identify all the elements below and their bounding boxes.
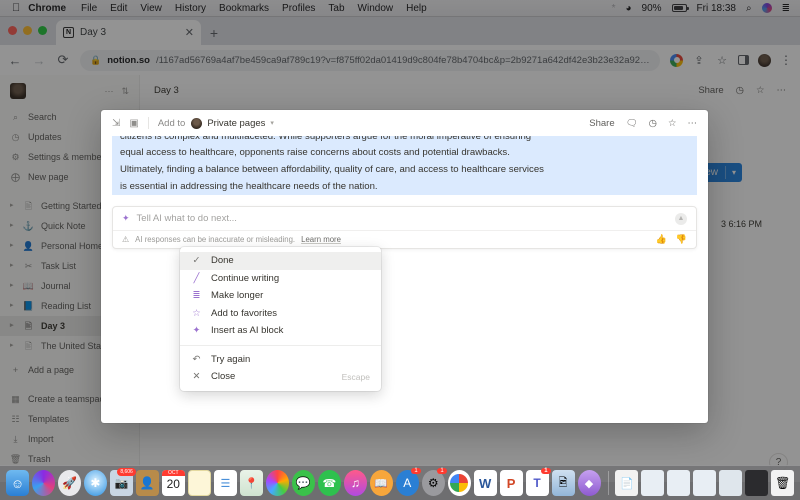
excerpt-line: equal access to healthcare, opponents ra…	[120, 147, 510, 158]
macos-dock: ☺ 🚀 ✱ 📷 8,606 👤 OCT 20 ☰ 📍 💬 ☎ ♫ 📖 A1 ⚙ 1 W…	[0, 465, 800, 500]
dock-stack-documents[interactable]: 📄	[615, 470, 639, 496]
modal-body: citizens is complex and multifaceted. Wh…	[101, 136, 708, 195]
dock-item-preview[interactable]: 🖻	[551, 470, 575, 496]
menu-item-label: Add to favorites	[211, 307, 278, 319]
dock-item-powerpoint[interactable]: P	[499, 470, 523, 496]
dock-item-photos[interactable]	[265, 470, 289, 496]
destination-selector[interactable]: Private pages ▾	[191, 117, 274, 129]
thumbs-down-icon[interactable]: 👎	[676, 234, 687, 245]
star-icon: ☆	[192, 307, 201, 319]
menu-item-shortcut: Escape	[341, 371, 370, 382]
dock-item-teams[interactable]: T1	[525, 468, 551, 496]
send-arrow-icon[interactable]: ▲	[675, 212, 687, 225]
menu-item-close[interactable]: ✕ Close Escape	[180, 368, 381, 386]
clock-icon[interactable]: ◷	[649, 118, 657, 129]
destination-label: Private pages	[207, 117, 266, 129]
menu-bar-scrim	[0, 0, 800, 17]
ai-sparkle-icon: ✦	[122, 213, 130, 223]
dock-item-sketch[interactable]: ◆	[577, 470, 601, 496]
excerpt-line: Ultimately, finding a balance between af…	[120, 164, 544, 175]
desktop-screen:  Chrome File Edit View History Bookmark…	[0, 0, 800, 500]
check-icon: ✓	[192, 255, 201, 267]
menu-item-make-longer[interactable]: ≣ Make longer	[180, 287, 381, 305]
dock-item-finder[interactable]: ☺	[6, 470, 29, 496]
dock-item-maps[interactable]: 📍	[239, 470, 263, 496]
dock-item-books[interactable]: 📖	[369, 470, 393, 496]
menu-divider	[180, 344, 381, 346]
dock-item-system-preferences[interactable]: ⚙ 1	[421, 468, 447, 496]
dock-item-reminders[interactable]: ☰	[213, 470, 237, 496]
collapse-arrows-icon[interactable]: ⇲	[112, 118, 120, 129]
excerpt-clipped-line: citizens is complex and multifaceted. Wh…	[120, 136, 532, 142]
page-preview-icon[interactable]: ▣	[129, 118, 138, 129]
menu-item-label: Insert as AI block	[211, 325, 284, 337]
menu-item-try-again[interactable]: ↶ Try again	[180, 351, 381, 369]
learn-more-link[interactable]: Learn more	[301, 235, 341, 244]
dock-item-trash[interactable]: 🗑	[771, 470, 795, 496]
dock-item-safari[interactable]: ✱	[83, 470, 107, 496]
menu-item-label: Continue writing	[211, 272, 280, 284]
menu-item-insert-as-ai-block[interactable]: ✦ Insert as AI block	[180, 322, 381, 340]
share-button[interactable]: Share	[589, 118, 614, 129]
ellipsis-icon[interactable]: ⋯	[688, 118, 698, 129]
modal-header-actions: Share 🗨 ◷ ☆ ⋯	[589, 118, 697, 129]
dock-item-notes[interactable]	[187, 470, 211, 496]
menu-item-label: Close	[211, 371, 236, 383]
dock-item-contacts[interactable]: 👤	[135, 470, 159, 496]
dock-item-chrome[interactable]	[447, 470, 471, 496]
menu-item-continue-writing[interactable]: ╱ Continue writing	[180, 270, 381, 288]
menu-item-add-to-favorites[interactable]: ☆ Add to favorites	[180, 305, 381, 323]
lines-icon: ≣	[192, 290, 201, 302]
dock-item-photos-app[interactable]: 📷 8,606	[109, 468, 136, 496]
dock-window-5[interactable]	[745, 470, 769, 496]
ai-actions-dropdown: ✓ Done ╱ Continue writing ≣ Make longer …	[180, 247, 381, 391]
close-x-icon: ✕	[192, 371, 201, 383]
excerpt-line: is essential in addressing the healthcar…	[120, 181, 378, 192]
dock-item-word[interactable]: W	[473, 470, 497, 496]
dock-item-launchpad[interactable]: 🚀	[57, 470, 81, 496]
ai-disclaimer-text: AI responses can be inaccurate or mislea…	[135, 235, 296, 244]
ai-response-modal: ⇲ ▣ Add to Private pages ▾ Share 🗨 ◷ ☆ ⋯…	[101, 110, 708, 423]
ai-sparkle-icon: ✦	[192, 325, 201, 337]
modal-header: ⇲ ▣ Add to Private pages ▾ Share 🗨 ◷ ☆ ⋯	[101, 110, 708, 136]
dock-window-3[interactable]	[693, 470, 717, 496]
destination-avatar	[191, 117, 203, 129]
ai-prompt-box: ✦ Tell AI what to do next... ▲ ⚠ AI resp…	[112, 206, 697, 249]
dock-divider	[607, 471, 609, 495]
dock-item-siri[interactable]	[31, 470, 55, 496]
dock-item-calendar[interactable]: OCT 20	[161, 470, 185, 496]
dock-window-2[interactable]	[667, 470, 691, 496]
menu-item-label: Try again	[211, 353, 251, 365]
menu-item-label: Done	[211, 255, 234, 267]
ai-response-excerpt[interactable]: citizens is complex and multifaceted. Wh…	[112, 136, 697, 195]
dock-window-1[interactable]	[641, 470, 665, 496]
ai-disclaimer-row: ⚠ AI responses can be inaccurate or misl…	[113, 230, 696, 248]
thumbs-up-icon[interactable]: 👍	[656, 234, 667, 245]
header-divider	[147, 117, 149, 129]
pencil-icon: ╱	[193, 272, 200, 284]
dock-item-music[interactable]: ♫	[343, 470, 367, 496]
dock-item-app-store[interactable]: A1	[395, 468, 421, 496]
warning-triangle-icon: ⚠	[122, 235, 130, 244]
ai-prompt-row[interactable]: ✦ Tell AI what to do next... ▲	[113, 207, 696, 230]
chevron-down-icon[interactable]: ▾	[270, 119, 274, 127]
star-icon[interactable]: ☆	[668, 118, 677, 129]
feedback-actions: 👍 👎	[656, 234, 687, 245]
dock-item-facetime[interactable]: ☎	[317, 470, 341, 496]
dock-window-4[interactable]	[719, 470, 743, 496]
menu-item-label: Make longer	[211, 290, 264, 302]
ai-prompt-input[interactable]: Tell AI what to do next...	[137, 213, 237, 224]
menu-item-done[interactable]: ✓ Done	[180, 252, 381, 270]
undo-arrow-icon: ↶	[192, 353, 201, 365]
add-to-label: Add to	[157, 117, 186, 129]
dock-item-messages[interactable]: 💬	[291, 470, 315, 496]
comment-icon[interactable]: 🗨	[626, 118, 638, 129]
